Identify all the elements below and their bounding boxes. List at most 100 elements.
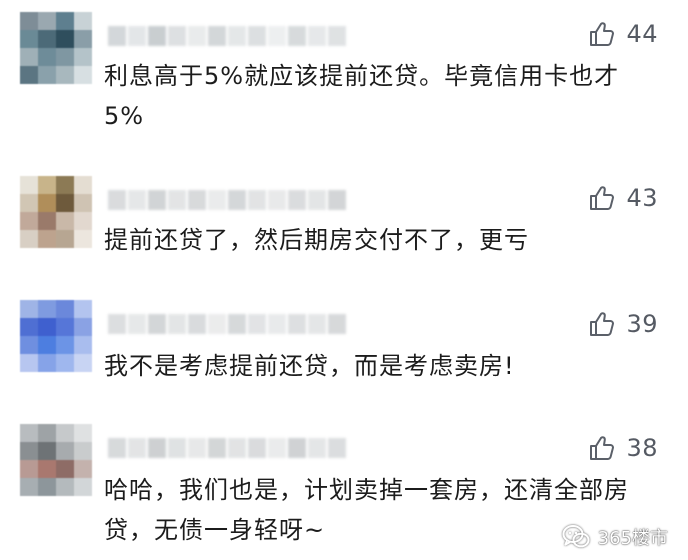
avatar-mosaic-cell [74,318,92,336]
username-blurred[interactable] [108,26,346,46]
avatar-mosaic-cell [38,12,56,30]
avatar-mosaic-cell [74,212,92,230]
avatar[interactable] [20,12,92,84]
username-mosaic-cell [128,314,146,334]
avatar-mosaic-cell [74,354,92,372]
avatar-mosaic-cell [56,12,74,30]
username-blurred[interactable] [108,438,346,458]
avatar-mosaic-cell [38,318,56,336]
username-mosaic-cell [168,26,186,46]
avatar-mosaic-cell [74,30,92,48]
username-mosaic-cell [188,314,206,334]
avatar-mosaic-cell [56,300,74,318]
avatar-mosaic-cell [56,460,74,478]
avatar-mosaic-cell [74,336,92,354]
avatar-mosaic-cell [56,442,74,460]
username-mosaic-cell [228,314,246,334]
username-mosaic-cell [208,26,226,46]
avatar-mosaic-cell [56,48,74,66]
username-mosaic-cell [248,26,266,46]
avatar-mosaic-cell [56,30,74,48]
like-count: 43 [626,184,658,212]
avatar-mosaic-cell [38,176,56,194]
username-mosaic-cell [108,314,126,334]
avatar-mosaic-cell [56,354,74,372]
avatar-mosaic-cell [20,424,38,442]
avatar-mosaic-cell [20,300,38,318]
username-mosaic-cell [108,26,126,46]
username-blurred[interactable] [108,314,346,334]
username-blurred[interactable] [108,190,346,210]
username-mosaic-cell [188,190,206,210]
username-mosaic-cell [148,438,166,458]
avatar-mosaic-cell [74,66,92,84]
avatar-mosaic-cell [56,176,74,194]
avatar-mosaic-cell [74,230,92,248]
avatar-mosaic-cell [20,230,38,248]
username-mosaic-cell [288,26,306,46]
watermark-text: 365楼市 [597,528,668,549]
avatar-mosaic-cell [38,442,56,460]
avatar-mosaic-cell [20,354,38,372]
like-count: 38 [626,434,658,462]
like-count: 39 [626,310,658,338]
wechat-icon [562,525,590,548]
username-mosaic-cell [248,314,266,334]
watermark: 365楼市 [562,524,668,550]
username-mosaic-cell [208,190,226,210]
username-mosaic-cell [288,438,306,458]
comment-text: 利息高于5%就应该提前还贷。毕竟信用卡也才5% [104,62,620,130]
thumbs-up-icon [590,312,615,336]
username-mosaic-cell [328,314,346,334]
avatar[interactable] [20,176,92,248]
avatar-mosaic-cell [38,194,56,212]
avatar-mosaic-cell [74,442,92,460]
like-button[interactable]: 44 [588,20,658,48]
username-mosaic-cell [188,438,206,458]
username-mosaic-cell [148,26,166,46]
like-count: 44 [626,20,658,48]
comment-text: 我不是考虑提前还贷，而是考虑卖房! [104,352,515,380]
like-button[interactable]: 43 [588,184,658,212]
avatar-mosaic-cell [38,424,56,442]
like-button[interactable]: 38 [588,434,658,462]
avatar[interactable] [20,424,92,496]
avatar-mosaic-cell [20,460,38,478]
username-mosaic-cell [308,26,326,46]
username-mosaic-cell [108,438,126,458]
like-button[interactable]: 39 [588,310,658,338]
username-mosaic-cell [288,314,306,334]
avatar-mosaic-cell [38,230,56,248]
avatar-mosaic-cell [20,212,38,230]
avatar-mosaic-cell [56,478,74,496]
username-mosaic-cell [268,438,286,458]
avatar-mosaic-cell [56,230,74,248]
thumbs-up-icon [590,22,615,46]
username-mosaic-cell [308,190,326,210]
avatar-mosaic-cell [56,318,74,336]
avatar-mosaic-cell [20,66,38,84]
avatar-mosaic-cell [38,300,56,318]
username-mosaic-cell [208,438,226,458]
avatar-mosaic-cell [20,336,38,354]
avatar-mosaic-cell [74,176,92,194]
avatar-mosaic-cell [74,194,92,212]
avatar-mosaic-cell [74,12,92,30]
avatar-mosaic-cell [20,48,38,66]
username-mosaic-cell [148,190,166,210]
username-mosaic-cell [328,438,346,458]
comment-text: 提前还贷了，然后期房交付不了，更亏 [104,226,529,254]
avatar-mosaic-cell [56,212,74,230]
username-mosaic-cell [228,26,246,46]
avatar-mosaic-cell [38,460,56,478]
username-mosaic-cell [328,190,346,210]
username-mosaic-cell [268,190,286,210]
username-mosaic-cell [128,26,146,46]
avatar[interactable] [20,300,92,372]
avatar-mosaic-cell [74,478,92,496]
avatar-mosaic-cell [38,354,56,372]
username-mosaic-cell [248,438,266,458]
username-mosaic-cell [268,314,286,334]
username-mosaic-cell [328,26,346,46]
username-mosaic-cell [208,314,226,334]
